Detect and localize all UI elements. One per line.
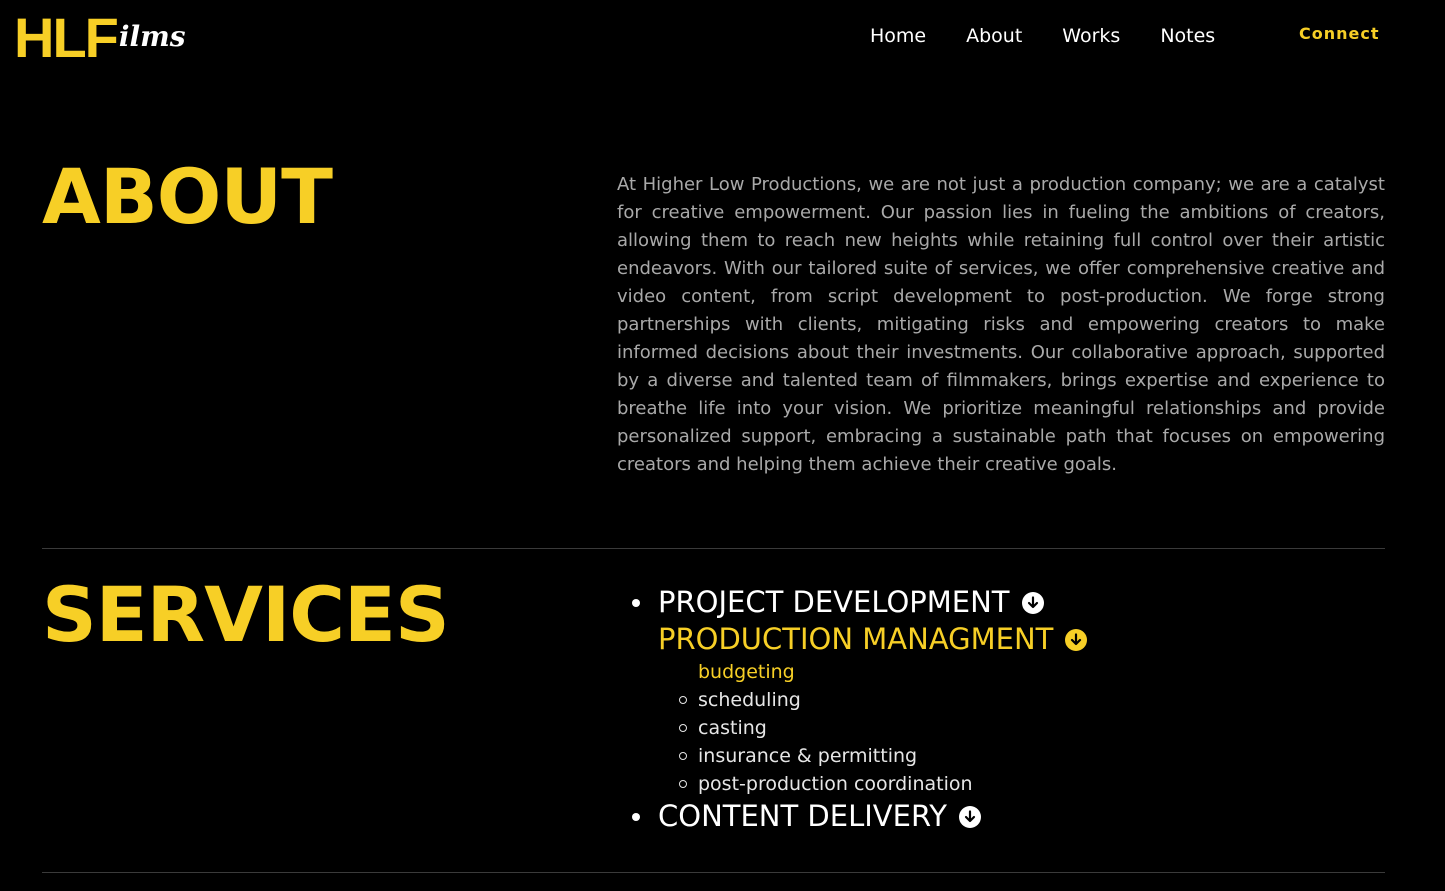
brand-logo[interactable]: HLF ilms bbox=[14, 8, 186, 68]
nav-item-about[interactable]: About bbox=[966, 22, 1022, 50]
about-paragraph: At Higher Low Productions, we are not ju… bbox=[617, 174, 1385, 475]
arrow-down-circle-icon bbox=[1021, 591, 1044, 614]
nav-item-works[interactable]: Works bbox=[1062, 22, 1120, 50]
sub-item-scheduling[interactable]: scheduling bbox=[678, 686, 1087, 714]
service-label: CONTENT DELIVERY bbox=[658, 799, 947, 833]
nav-item-notes[interactable]: Notes bbox=[1160, 22, 1215, 50]
service-toggle-production-managment[interactable]: PRODUCTION MANAGMENT bbox=[658, 621, 1088, 658]
sub-item-casting[interactable]: casting bbox=[678, 714, 1087, 742]
service-toggle-content-delivery[interactable]: CONTENT DELIVERY bbox=[658, 798, 981, 835]
logo-main-text: HLF bbox=[14, 6, 119, 69]
services-heading: SERVICES bbox=[42, 570, 450, 659]
about-heading: ABOUT bbox=[42, 152, 333, 241]
sub-item-budgeting[interactable]: budgeting bbox=[698, 658, 1087, 686]
section-divider bbox=[42, 548, 1385, 549]
logo-sub-text: ilms bbox=[118, 20, 186, 53]
arrow-down-circle-icon bbox=[1065, 628, 1088, 651]
main-nav: Home About Works Notes bbox=[850, 22, 1235, 50]
service-item-production-managment: PRODUCTION MANAGMENT budgeting schedulin… bbox=[658, 621, 1088, 798]
services-list: PROJECT DEVELOPMENT PRODUCTION MANAGMENT… bbox=[617, 584, 1088, 835]
arrow-down-circle-icon bbox=[958, 805, 981, 828]
service-label: PROJECT DEVELOPMENT bbox=[658, 585, 1010, 619]
service-item-content-delivery: CONTENT DELIVERY bbox=[631, 798, 1087, 835]
sub-item-post-production-coordination[interactable]: post-production coordination bbox=[678, 770, 1087, 798]
service-label: PRODUCTION MANAGMENT bbox=[658, 622, 1054, 656]
service-toggle-project-development[interactable]: PROJECT DEVELOPMENT bbox=[658, 584, 1044, 621]
section-divider bbox=[42, 872, 1385, 873]
nav-item-home[interactable]: Home bbox=[870, 22, 926, 50]
service-item-project-development: PROJECT DEVELOPMENT bbox=[631, 584, 1087, 621]
production-sub-list: budgeting scheduling casting insurance &… bbox=[658, 658, 1087, 798]
sub-item-insurance-permitting[interactable]: insurance & permitting bbox=[678, 742, 1087, 770]
connect-button[interactable]: Connect bbox=[1299, 20, 1380, 48]
